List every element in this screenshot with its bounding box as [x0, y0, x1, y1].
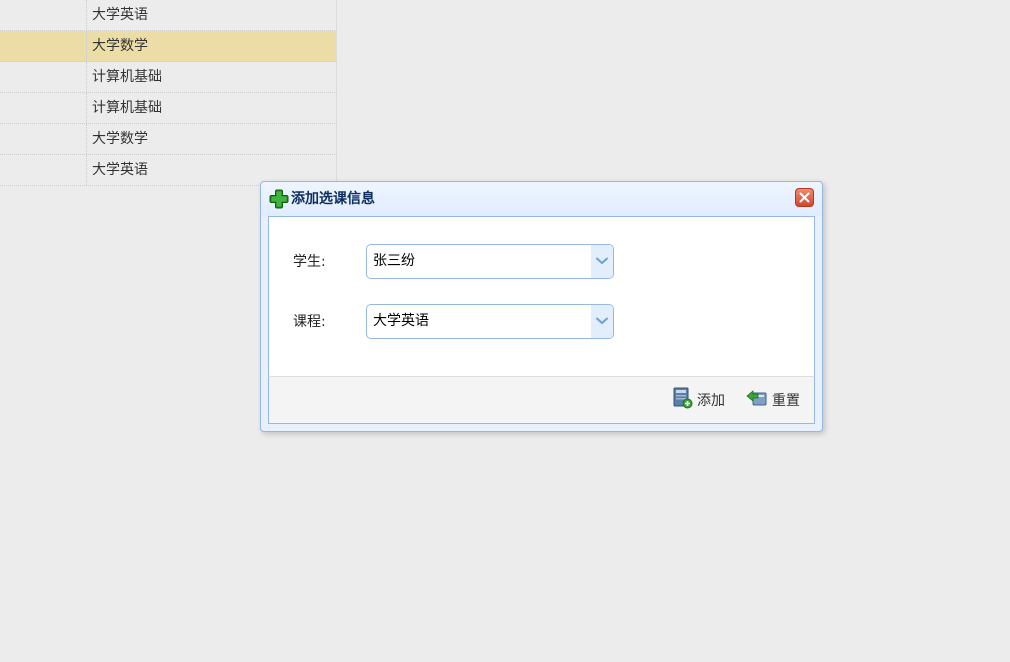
reset-button[interactable]: 重置: [746, 388, 800, 412]
course-label: 课程:: [293, 314, 326, 330]
student-field-row: 学生: 张三纷: [293, 243, 614, 279]
table-row-selected[interactable]: 大学数学: [0, 31, 337, 62]
student-combobox-value: 张三纷: [373, 252, 415, 269]
dialog-footer: 添加 重置: [268, 376, 815, 424]
table-cell-empty: [0, 0, 87, 30]
chevron-down-icon: [596, 317, 608, 324]
table-cell-empty: [0, 155, 87, 185]
table-row[interactable]: 大学数学: [0, 124, 337, 155]
table-cell-course: 大学英语: [92, 7, 148, 23]
table-cell-empty: [0, 124, 87, 154]
table-row[interactable]: 计算机基础: [0, 62, 337, 93]
add-document-icon: [673, 387, 693, 413]
table-row[interactable]: 大学英语: [0, 0, 337, 31]
student-label: 学生:: [293, 254, 326, 270]
chevron-down-icon: [596, 257, 608, 264]
close-icon: [799, 192, 810, 203]
reset-arrow-icon: [746, 388, 768, 412]
student-combobox-arrow[interactable]: [591, 244, 613, 278]
add-button[interactable]: 添加: [673, 387, 725, 413]
course-combobox-value: 大学英语: [373, 312, 429, 329]
reset-button-label: 重置: [772, 393, 800, 409]
close-button[interactable]: [795, 188, 814, 207]
dialog-title: 添加选课信息: [291, 191, 375, 207]
table-cell-course: 计算机基础: [92, 69, 162, 85]
table-cell-course: 计算机基础: [92, 100, 162, 116]
table-cell-empty: [0, 93, 87, 123]
table-cell-empty: [0, 31, 87, 61]
course-combobox[interactable]: 大学英语: [366, 303, 614, 339]
table-cell-course: 大学数学: [92, 131, 148, 147]
table-cell-course: 大学英语: [92, 162, 148, 178]
course-field-row: 课程: 大学英语: [293, 303, 614, 339]
add-button-label: 添加: [697, 393, 725, 409]
table-cell-course: 大学数学: [92, 38, 148, 54]
add-plus-icon: [269, 189, 289, 209]
course-grid: 大学英语 大学数学 计算机基础 计算机基础 大学数学 大学英语: [0, 0, 337, 186]
course-combobox-arrow[interactable]: [591, 304, 613, 338]
dialog-body: 学生: 张三纷 课程: 大学英语: [268, 216, 815, 377]
table-row[interactable]: 计算机基础: [0, 93, 337, 124]
dialog-header[interactable]: 添加选课信息: [261, 182, 822, 216]
add-course-selection-dialog: 添加选课信息 学生: 张三纷 课程: 大学英语 添加 重置: [260, 181, 823, 432]
table-cell-empty: [0, 62, 87, 92]
student-combobox[interactable]: 张三纷: [366, 243, 614, 279]
